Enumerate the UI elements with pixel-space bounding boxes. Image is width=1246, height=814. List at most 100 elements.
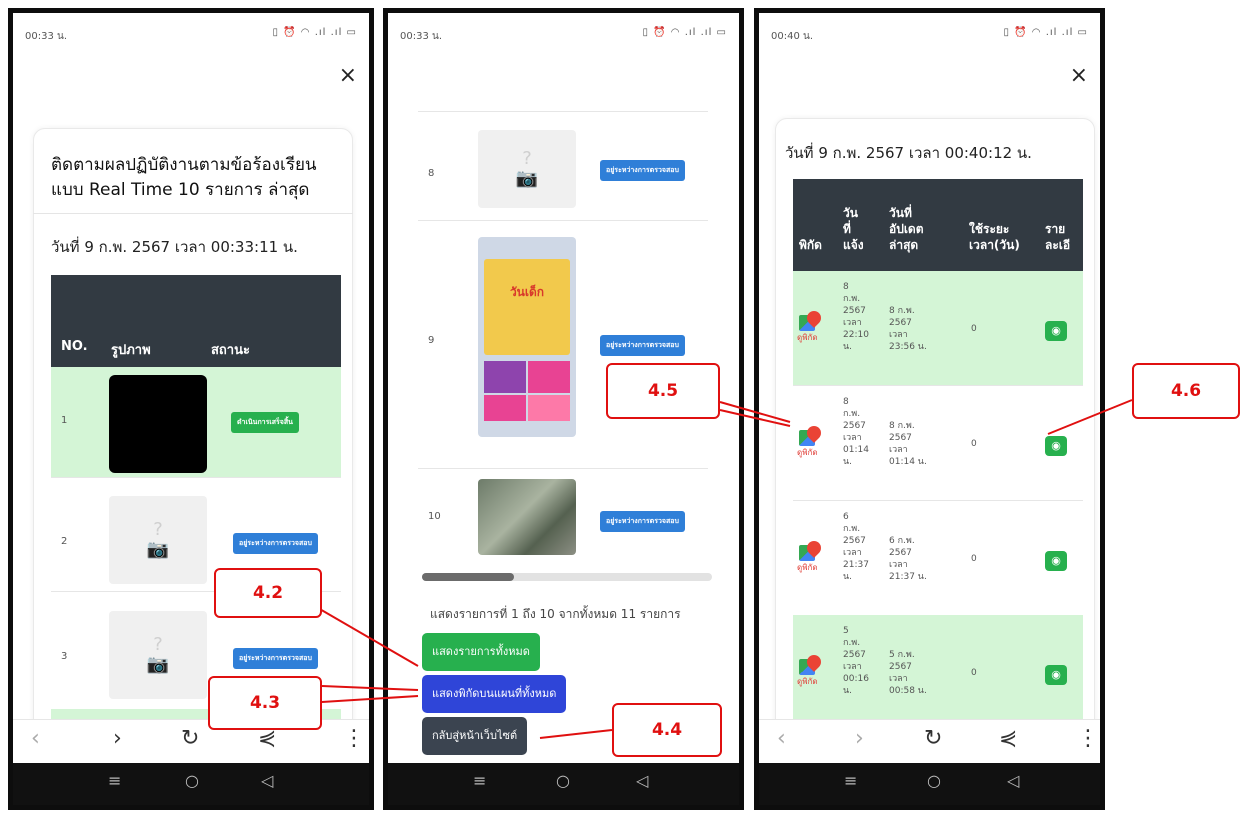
status-badge[interactable]: อยู่ระหว่างการตรวจสอบ [600,511,685,532]
google-maps-icon[interactable]: ดูพิกัด [797,308,824,342]
camera-icon: ? 📷 [515,148,539,189]
view-map-link[interactable]: ดูพิกัด [797,446,818,459]
col-no: NO. [61,339,88,354]
system-navbar: ≡ ○ ◁ [759,763,1100,805]
stage: 00:33 น. ▯ ⏰ ◠ .ıl .ıl ▭ × ติดตามผลปฏิบั… [0,0,1246,814]
system-navbar: ≡ ○ ◁ [13,763,369,805]
eye-icon[interactable]: ◉ [1045,665,1067,685]
eye-icon[interactable]: ◉ [1045,321,1067,341]
poster-image [528,361,570,393]
poster-text: วันเด็ก [509,285,545,299]
status-badge[interactable]: อยู่ระหว่างการตรวจสอบ [600,335,685,356]
scrollbar-thumb[interactable] [422,573,514,581]
notified-date: 8 ก.พ. 2567 เวลา 22:10 น. [843,282,869,352]
poster-image: วันเด็ก [484,259,570,355]
close-icon[interactable]: × [339,65,357,87]
view-map-link[interactable]: ดูพิกัด [797,331,818,344]
notified-date: 5 ก.พ. 2567 เวลา 00:16 น. [843,626,869,696]
recents-icon[interactable]: ≡ [473,773,486,789]
menu-icon[interactable]: ⋮ [1077,728,1099,750]
home-icon[interactable]: ○ [185,773,199,789]
status-badge[interactable]: ดำเนินการเสร็จสิ้น [231,412,299,433]
poster-image [484,361,526,393]
status-badge[interactable]: อยู่ระหว่างการตรวจสอบ [233,533,318,554]
row-number: 9 [428,335,435,346]
title-line-2: แบบ Real Time 10 รายการ ล่าสุด [51,180,310,200]
table-row: 9 วันเด็ก อยู่ระหว่างการตรวจสอบ [418,223,708,463]
callout-4-2: 4.2 [214,568,322,618]
col-detail: ราย ละเอี [1045,222,1071,252]
row-number: 3 [61,651,68,662]
redacted-photo[interactable] [109,375,207,473]
recents-icon[interactable]: ≡ [844,773,857,789]
col-coord: พิกัด [799,238,822,252]
table-header: NO. รูปภาพ สถานะ [51,275,341,367]
status-time: 00:33 น. [25,31,68,42]
share-icon[interactable]: ⋞ [999,728,1017,750]
back-icon[interactable]: ‹ [31,728,40,750]
status-time: 00:40 น. [771,31,814,42]
photo-thumbnail[interactable] [478,479,576,555]
eye-icon[interactable]: ◉ [1045,551,1067,571]
status-bar: 00:40 น. ▯ ⏰ ◠ .ıl .ıl ▭ [759,13,1100,53]
google-maps-icon[interactable]: ดูพิกัด [797,423,824,457]
col-notified: วัน ที่ แจ้ง [843,206,864,252]
table-row: ดูพิกัด 8 ก.พ. 2567 เวลา 22:10 น. 8 ก.พ.… [793,271,1083,385]
notified-date: 6 ก.พ. 2567 เวลา 21:37 น. [843,512,869,582]
poster-image [528,395,570,421]
share-icon[interactable]: ⋞ [258,728,276,750]
system-back-icon[interactable]: ◁ [261,773,273,789]
photo-placeholder[interactable]: ? 📷 [109,611,207,699]
back-to-website-button[interactable]: กลับสู่หน้าเว็บไซต์ [422,717,528,755]
view-map-link[interactable]: ดูพิกัด [797,561,818,574]
view-map-link[interactable]: ดูพิกัด [797,675,818,688]
show-map-button[interactable]: แสดงพิกัดบนแผนที่ทั้งหมด [422,675,567,713]
duration-days: 0 [971,554,977,564]
back-icon[interactable]: ‹ [777,728,786,750]
system-back-icon[interactable]: ◁ [636,773,648,789]
callout-4-4: 4.4 [612,703,722,757]
notified-date: 8 ก.พ. 2567 เวลา 01:14 น. [843,397,869,467]
menu-icon[interactable]: ⋮ [343,728,365,750]
eye-icon[interactable]: ◉ [1045,436,1067,456]
updated-date: 6 ก.พ. 2567 เวลา 21:37 น. [889,536,927,582]
status-icons: ▯ ⏰ ◠ .ıl .ıl ▭ [642,27,727,38]
photo-thumbnail[interactable]: วันเด็ก [478,237,576,437]
callout-4-6: 4.6 [1132,363,1240,419]
google-maps-icon[interactable]: ดูพิกัด [797,538,824,572]
updated-date: 8 ก.พ. 2567 เวลา 23:56 น. [889,306,927,352]
horizontal-scrollbar[interactable] [422,573,712,581]
browser-navbar: ‹ › ↻ ⋞ ⋮ [759,719,1100,763]
reload-icon[interactable]: ↻ [924,728,942,750]
duration-days: 0 [971,439,977,449]
google-maps-icon[interactable]: ดูพิกัด [797,652,824,686]
photo-placeholder[interactable]: ? 📷 [478,130,576,208]
camera-icon: ? 📷 [146,634,170,675]
status-badge[interactable]: อยู่ระหว่างการตรวจสอบ [233,648,318,669]
home-icon[interactable]: ○ [927,773,941,789]
callout-4-5: 4.5 [606,363,720,419]
home-icon[interactable]: ○ [556,773,570,789]
recents-icon[interactable]: ≡ [108,773,121,789]
status-time: 00:33 น. [400,31,443,42]
row-number: 1 [61,415,68,426]
summary-text: แสดงรายการที่ 1 ถึง 10 จากทั้งหมด 11 ราย… [430,607,681,621]
col-status: สถานะ [211,343,250,358]
table-row: 10 อยู่ระหว่างการตรวจสอบ [418,473,708,563]
forward-icon[interactable]: › [113,728,122,750]
phone-screen-3: 00:40 น. ▯ ⏰ ◠ .ıl .ıl ▭ × วันที่ 9 ก.พ.… [754,8,1105,810]
report-date: วันที่ 9 ก.พ. 2567 เวลา 00:33:11 น. [51,238,298,256]
close-icon[interactable]: × [1070,65,1088,87]
poster-image [484,395,526,421]
system-back-icon[interactable]: ◁ [1007,773,1019,789]
row-divider [418,111,708,112]
table-row: 1 ดำเนินการเสร็จสิ้น [51,367,341,477]
forward-icon[interactable]: › [855,728,864,750]
show-all-button[interactable]: แสดงรายการทั้งหมด [422,633,540,671]
title-line-1: ติดตามผลปฏิบัติงานตามข้อร้องเรียน [51,155,317,175]
photo-placeholder[interactable]: ? 📷 [109,496,207,584]
table-row: ดูพิกัด 5 ก.พ. 2567 เวลา 00:16 น. 5 ก.พ.… [793,615,1083,729]
reload-icon[interactable]: ↻ [181,728,199,750]
updated-date: 8 ก.พ. 2567 เวลา 01:14 น. [889,421,927,467]
status-badge[interactable]: อยู่ระหว่างการตรวจสอบ [600,160,685,181]
